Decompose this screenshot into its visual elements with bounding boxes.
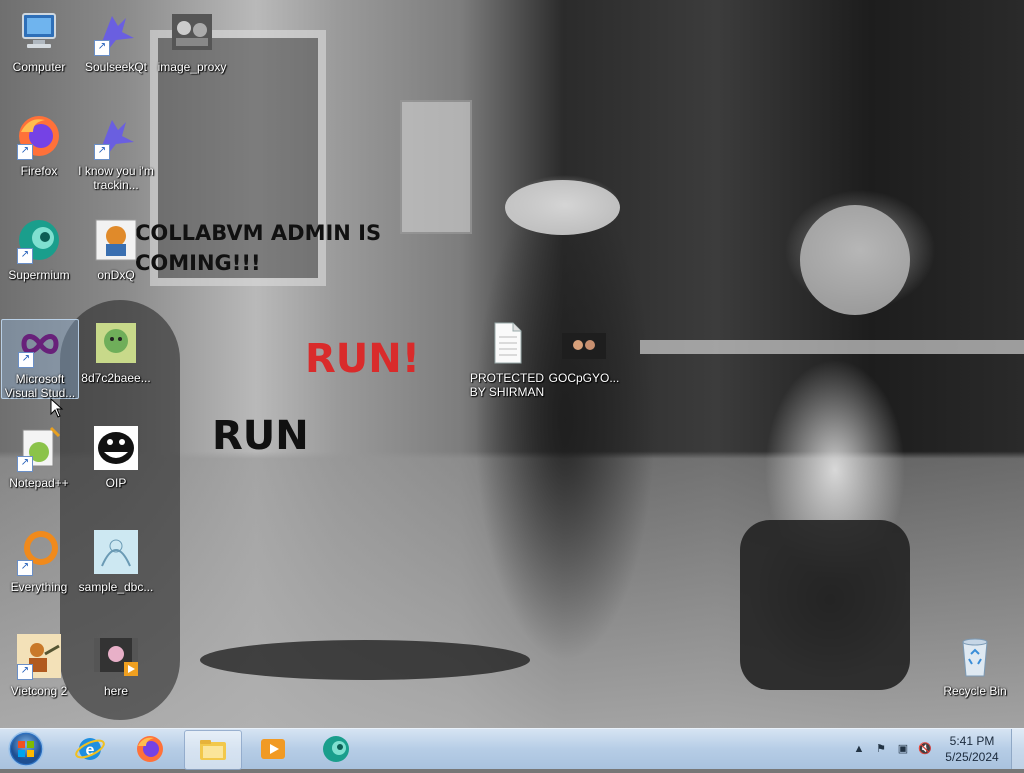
icon-label: SoulseekQt [84, 60, 148, 74]
wallpaper-text-run-red: RUN! [305, 336, 420, 382]
taskbar-supermium[interactable] [308, 730, 364, 768]
icon-label: Computer [12, 60, 66, 74]
shortcut-arrow-icon: ↗ [17, 664, 33, 680]
recycle-bin-icon [951, 632, 999, 680]
firefox-icon: ↗ [15, 112, 63, 160]
icon-label: OIP [105, 476, 127, 490]
desktop-icon-protected-by-shirman[interactable]: PROTECTED BY SHIRMAN [469, 319, 545, 399]
icon-label: GOCpGYO... [548, 371, 620, 385]
desktop-icon-i-know-you[interactable]: ↗ I know you i'm trackin... [78, 112, 154, 192]
image-thumbnail-icon [92, 528, 140, 576]
desktop-icon-oip[interactable]: OIP [78, 424, 154, 490]
desktop-icon-firefox[interactable]: ↗ Firefox [1, 112, 77, 178]
icon-label: Recycle Bin [943, 684, 1007, 698]
icon-label: here [103, 684, 129, 698]
supermium-icon [323, 736, 349, 762]
desktop[interactable]: COLLABVM ADMIN IS COMING!!! RUN! RUN Com… [0, 0, 1024, 728]
icon-label: Vietcong 2 [10, 684, 68, 698]
taskbar-internet-explorer[interactable]: e [62, 730, 118, 768]
desktop-icon-recycle-bin[interactable]: Recycle Bin [937, 632, 1013, 698]
internet-explorer-icon: e [75, 738, 105, 760]
image-thumbnail-icon [168, 8, 216, 56]
trollface-thumbnail-icon [92, 424, 140, 472]
wallpaper-text-run-black: RUN [212, 413, 309, 459]
shortcut-arrow-icon: ↗ [17, 560, 33, 576]
wallpaper-head [800, 205, 910, 315]
desktop-icon-gocpgyo[interactable]: GOCpGYO... [546, 319, 622, 385]
media-player-icon [261, 739, 285, 759]
visual-studio-icon: ↗ [16, 320, 64, 368]
desktop-icon-sample-dbc[interactable]: sample_dbc... [78, 528, 154, 594]
wallpaper-text-line1: COLLABVM ADMIN IS [135, 221, 382, 245]
wallpaper-hat [505, 180, 620, 235]
mouse-cursor-icon [50, 397, 64, 423]
shortcut-arrow-icon: ↗ [94, 40, 110, 56]
wallpaper-shadow [200, 640, 530, 680]
desktop-icon-visual-studio[interactable]: ↗ Microsoft Visual Stud... [1, 319, 79, 400]
icon-label: PROTECTED BY SHIRMAN [469, 371, 545, 399]
desktop-icon-ondxq[interactable]: onDxQ [78, 216, 154, 282]
computer-icon [15, 8, 63, 56]
taskbar-file-explorer[interactable] [184, 730, 242, 770]
desktop-icon-image-proxy[interactable]: image_proxy [154, 8, 230, 74]
desktop-icon-supermium[interactable]: ↗ Supermium [1, 216, 77, 282]
icon-label: I know you i'm trackin... [78, 164, 154, 192]
desktop-icon-everything[interactable]: ↗ Everything [1, 528, 77, 594]
wallpaper-shorts [740, 520, 910, 690]
video-file-icon [92, 632, 140, 680]
shortcut-arrow-icon: ↗ [18, 352, 34, 368]
start-button[interactable] [4, 730, 48, 768]
clock[interactable]: 5:41 PM 5/25/2024 [942, 733, 1002, 765]
taskbar-firefox[interactable] [122, 730, 178, 768]
desktop-icon-here[interactable]: here [78, 632, 154, 698]
clock-date: 5/25/2024 [945, 750, 999, 764]
file-explorer-icon [200, 740, 226, 760]
soulseek-bird-icon: ↗ [92, 8, 140, 56]
wallpaper-text-admin: COLLABVM ADMIN IS COMING!!! [135, 218, 381, 278]
wallpaper-text-line2: COMING!!! [135, 251, 261, 275]
vietcong-2-icon: ↗ [15, 632, 63, 680]
network-icon[interactable]: ▣ [896, 742, 910, 756]
icon-label: Firefox [20, 164, 58, 178]
shortcut-arrow-icon: ↗ [17, 456, 33, 472]
icon-label: sample_dbc... [78, 580, 154, 594]
show-hidden-icons-chevron-icon[interactable]: ▲ [852, 742, 866, 756]
shortcut-arrow-icon: ↗ [94, 144, 110, 160]
desktop-icon-soulseekqt[interactable]: ↗ SoulseekQt [78, 8, 154, 74]
volume-muted-icon[interactable]: 🔇 [918, 742, 932, 756]
start-orb-icon [8, 731, 44, 767]
icon-label: Everything [10, 580, 68, 594]
image-thumbnail-icon [92, 319, 140, 367]
supermium-icon: ↗ [15, 216, 63, 264]
soulseek-bird-icon: ↗ [92, 112, 140, 160]
clock-time: 5:41 PM [949, 734, 995, 748]
image-thumbnail-icon [560, 319, 608, 367]
taskbar-media-player[interactable] [245, 730, 301, 768]
wallpaper-rail [640, 340, 1024, 354]
icon-label: onDxQ [97, 268, 135, 282]
shortcut-arrow-icon: ↗ [17, 248, 33, 264]
icon-label: Microsoft Visual Stud... [4, 372, 76, 400]
shortcut-arrow-icon: ↗ [17, 144, 33, 160]
desktop-icon-vietcong-2[interactable]: ↗ Vietcong 2 [1, 632, 77, 698]
icon-label: Notepad++ [9, 476, 69, 490]
desktop-icon-computer[interactable]: Computer [1, 8, 77, 74]
desktop-icon-8d7c2baee[interactable]: 8d7c2baee... [78, 319, 154, 385]
action-center-flag-icon[interactable]: ⚑ [874, 742, 888, 756]
icon-label: image_proxy [157, 60, 227, 74]
image-thumbnail-icon [92, 216, 140, 264]
everything-search-icon: ↗ [15, 528, 63, 576]
show-desktop-button[interactable] [1011, 729, 1024, 769]
icon-label: Supermium [8, 268, 70, 282]
desktop-icon-notepad-plus-plus[interactable]: ↗ Notepad++ [1, 424, 77, 490]
notepad-plus-plus-icon: ↗ [15, 424, 63, 472]
text-file-icon [483, 319, 531, 367]
firefox-icon [137, 736, 163, 762]
system-tray: ▲ ⚑ ▣ 🔇 [852, 729, 932, 769]
taskbar: e ▲ ⚑ ▣ 🔇 5:41 PM 5/25/2024 [0, 728, 1024, 770]
icon-label: 8d7c2baee... [81, 371, 151, 385]
wallpaper-poster [400, 100, 472, 234]
